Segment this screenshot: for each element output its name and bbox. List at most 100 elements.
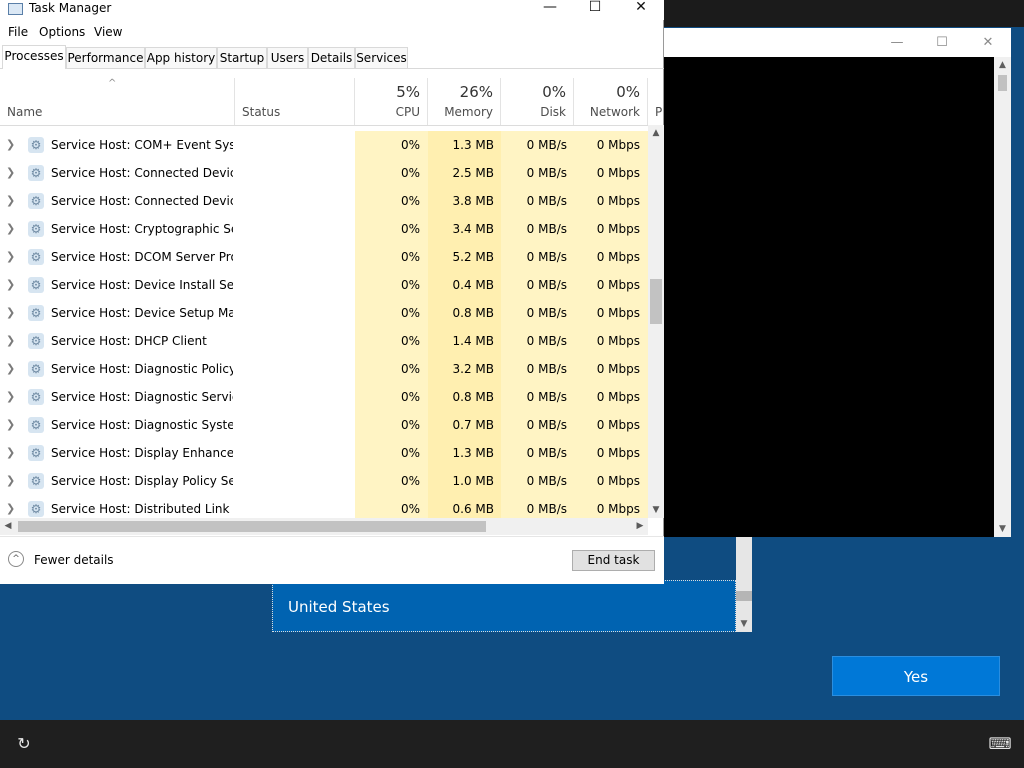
process-disk: 0 MB/s: [501, 187, 574, 215]
process-disk: 0 MB/s: [501, 467, 574, 495]
scroll-right-icon[interactable]: ▶: [632, 518, 648, 535]
console-close-button[interactable]: ✕: [965, 28, 1011, 57]
minimize-button[interactable]: —: [527, 0, 573, 18]
column-header-power[interactable]: P: [648, 78, 664, 125]
country-scroll-down-icon[interactable]: ▼: [736, 616, 752, 632]
service-gear-icon: ⚙: [28, 305, 44, 321]
table-row[interactable]: ❯⚙Service Host: Diagnostic Service...0%0…: [0, 383, 648, 411]
ease-of-access-icon[interactable]: ↻: [12, 732, 36, 756]
expand-chevron-icon[interactable]: ❯: [6, 131, 18, 159]
process-memory: 0.7 MB: [428, 411, 501, 439]
country-scroll-thumb[interactable]: [736, 591, 752, 601]
column-header-disk[interactable]: 0% Disk: [501, 78, 574, 125]
expand-chevron-icon[interactable]: ❯: [6, 383, 18, 411]
end-task-button[interactable]: End task: [572, 550, 655, 571]
fewer-details-link[interactable]: Fewer details: [34, 553, 114, 567]
country-list-scrollbar[interactable]: ▼: [736, 537, 752, 632]
table-row[interactable]: ❯ ⚙ Service Host: Device Install Servi... 0…: [0, 271, 648, 299]
tab-users[interactable]: Users: [267, 47, 308, 68]
disk-total-percent: 0%: [542, 83, 566, 101]
column-header-memory[interactable]: 26% Memory: [428, 78, 501, 125]
table-row[interactable]: ❯ ⚙ Service Host: Display Enhancem... 0%1.3…: [0, 439, 648, 467]
tab-processes[interactable]: Processes: [2, 45, 66, 69]
network-total-percent: 0%: [616, 83, 640, 101]
service-gear-icon: ⚙: [28, 473, 44, 489]
service-gear-icon: ⚙: [28, 361, 44, 377]
tab-details[interactable]: Details: [308, 47, 355, 68]
process-memory: 0.8 MB: [428, 299, 501, 327]
table-row[interactable]: ❯ ⚙ Service Host: Device Setup Man... 0%0.8…: [0, 299, 648, 327]
chevron-up-icon[interactable]: ^: [8, 551, 24, 567]
column-header-network[interactable]: 0% Network: [574, 78, 648, 125]
expand-chevron-icon[interactable]: ❯: [6, 215, 18, 243]
expand-chevron-icon[interactable]: ❯: [6, 411, 18, 439]
tab-app-history[interactable]: App history: [145, 47, 217, 68]
tab-services[interactable]: Services: [355, 47, 408, 68]
table-row[interactable]: ❯ ⚙ Service Host: Distributed Link Tr... 0%…: [0, 495, 648, 518]
console-minimize-button[interactable]: —: [874, 28, 920, 57]
table-row[interactable]: ❯ ⚙ Service Host: Diagnostic Policy ... 0% 3…: [0, 355, 648, 383]
service-gear-icon: ⚙: [28, 277, 44, 293]
table-row[interactable]: ❯ ⚙ Service Host: Connected Device... 0%3.8…: [0, 187, 648, 215]
process-memory: 1.3 MB: [428, 131, 501, 159]
close-button[interactable]: ✕: [618, 0, 664, 18]
tab-performance[interactable]: Performance: [66, 47, 145, 68]
console-maximize-button[interactable]: ☐: [919, 28, 965, 57]
expand-chevron-icon[interactable]: ❯: [6, 271, 18, 299]
window-title: Task Manager: [29, 1, 112, 15]
process-name: Service Host: Diagnostic System...: [51, 418, 233, 432]
table-row[interactable]: ❯ ⚙ Service Host: Diagnostic System... 0%0.…: [0, 411, 648, 439]
vertical-scroll-thumb[interactable]: [650, 279, 662, 324]
expand-chevron-icon[interactable]: ❯: [6, 159, 18, 187]
yes-button[interactable]: Yes: [832, 656, 1000, 696]
process-name: Service Host: DHCP Client: [51, 334, 207, 348]
table-row[interactable]: ❯ ⚙ Service Host: Display Policy Serv... 0%…: [0, 467, 648, 495]
expand-chevron-icon[interactable]: ❯: [6, 299, 18, 327]
console-scroll-thumb[interactable]: [998, 75, 1007, 91]
memory-total-percent: 26%: [459, 83, 493, 101]
task-manager-title-bar: Task Manager — ☐ ✕: [0, 0, 664, 20]
process-disk: 0 MB/s: [501, 271, 574, 299]
process-network: 0 Mbps: [574, 355, 648, 383]
process-disk: 0 MB/s: [501, 215, 574, 243]
menu-view[interactable]: View: [94, 25, 122, 39]
column-name-label: Name: [7, 105, 43, 119]
tab-startup[interactable]: Startup: [217, 47, 267, 68]
scroll-left-icon[interactable]: ◀: [0, 518, 16, 535]
menu-options[interactable]: Options: [39, 25, 85, 39]
column-header-name[interactable]: ^ Name: [0, 78, 235, 125]
expand-chevron-icon[interactable]: ❯: [6, 243, 18, 271]
table-row[interactable]: ❯ ⚙ Service Host: COM+ Event Syste... 0%1.3…: [0, 131, 648, 159]
process-cpu: 0%: [355, 271, 428, 299]
process-list-vertical-scrollbar[interactable]: ▲ ▼: [648, 125, 664, 518]
process-list-horizontal-scrollbar[interactable]: ◀ ▶: [0, 518, 648, 535]
keyboard-icon[interactable]: ⌨: [988, 732, 1012, 756]
scroll-down-icon[interactable]: ▼: [648, 502, 664, 518]
expand-chevron-icon[interactable]: ❯: [6, 439, 18, 467]
process-cpu: 0%: [355, 467, 428, 495]
table-row[interactable]: ❯ ⚙ Service Host: DHCP Client 0% 1.4 MB 0 MB/…: [0, 327, 648, 355]
console-scroll-down-icon[interactable]: ▼: [994, 521, 1011, 537]
service-gear-icon: ⚙: [28, 193, 44, 209]
console-scroll-up-icon[interactable]: ▲: [994, 57, 1011, 73]
horizontal-scroll-thumb[interactable]: [18, 521, 486, 532]
column-header-cpu[interactable]: 5% CPU: [355, 78, 428, 125]
table-row[interactable]: ❯ ⚙ Service Host: Connected Device... 0%2.5…: [0, 159, 648, 187]
expand-chevron-icon[interactable]: ❯: [6, 355, 18, 383]
service-gear-icon: ⚙: [28, 221, 44, 237]
scroll-up-icon[interactable]: ▲: [648, 125, 664, 141]
table-row[interactable]: ❯ ⚙ Service Host: Cryptographic Ser... 0%3.…: [0, 215, 648, 243]
console-scrollbar[interactable]: ▲ ▼: [994, 57, 1011, 537]
expand-chevron-icon[interactable]: ❯: [6, 327, 18, 355]
expand-chevron-icon[interactable]: ❯: [6, 187, 18, 215]
table-row[interactable]: ❯ ⚙ Service Host: DCOM Server Proc... 0%5.2…: [0, 243, 648, 271]
expand-chevron-icon[interactable]: ❯: [6, 467, 18, 495]
expand-chevron-icon[interactable]: ❯: [6, 495, 18, 518]
process-cpu: 0%: [355, 383, 428, 411]
column-header-status[interactable]: Status: [235, 78, 355, 125]
task-manager-app-icon: [8, 3, 23, 15]
maximize-button[interactable]: ☐: [572, 0, 618, 18]
country-list-selected-item[interactable]: United States: [272, 580, 736, 632]
menu-file[interactable]: File: [8, 25, 28, 39]
process-network: 0 Mbps: [574, 327, 648, 355]
